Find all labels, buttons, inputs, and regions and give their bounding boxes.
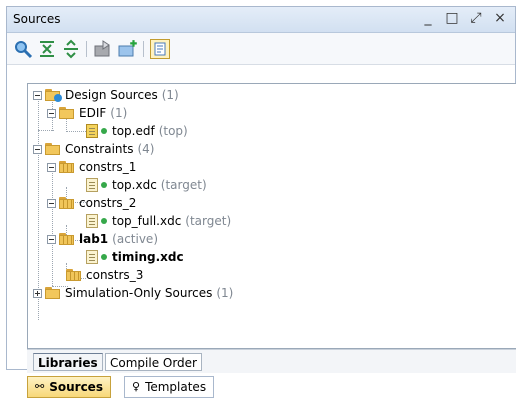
item-tag: (target) [185,214,232,228]
tree-item-top-xdc[interactable]: top.xdc (target) [86,176,207,194]
tree-item-label: constrs_2 [79,196,137,210]
lightbulb-icon: ♀ [132,380,141,393]
close-icon[interactable]: × [493,10,507,26]
expand-all-icon[interactable] [61,39,81,59]
status-dot-icon [101,254,107,260]
toolbar-separator [86,41,87,57]
tree-item-label: constrs_3 [86,268,144,282]
item-tag: (top) [158,124,188,138]
item-count: (1) [110,106,128,120]
tree-item-lab1[interactable]: lab1 (active) [47,230,158,248]
collapse-toggle-icon[interactable] [47,198,56,208]
status-dot-icon [101,128,107,134]
tab-compile-order[interactable]: Compile Order [105,353,202,371]
tab-sources[interactable]: ⚯ Sources [27,376,111,398]
status-dot-icon [101,218,107,224]
sources-toolbar [7,33,515,65]
xdc-file-icon [86,250,98,264]
tree-item-constrs-1[interactable]: constrs_1 [47,158,136,176]
constraint-set-icon [66,269,82,281]
toolbar-separator [143,41,144,57]
status-dot-icon [101,182,107,188]
collapse-toggle-icon[interactable] [47,108,56,118]
tree-item-label: Design Sources [65,88,158,102]
constraint-set-icon [59,161,75,173]
item-count: (4) [137,142,155,156]
float-icon[interactable]: ⤢ [469,10,483,26]
collapse-toggle-icon[interactable] [33,90,42,100]
constraint-set-icon [59,233,75,245]
tree-item-label: top_full.xdc [112,214,182,228]
tree-item-edif[interactable]: EDIF (1) [47,104,127,122]
tree-item-timing-xdc[interactable]: timing.xdc [86,248,184,266]
tab-label: Templates [145,380,207,394]
tree-item-label: EDIF [79,106,107,120]
panel-title: Sources [13,12,61,26]
tree-item-constrs-2[interactable]: constrs_2 [47,194,136,212]
sources-tree: Design Sources (1) EDIF (1) top.edf (top… [27,83,516,349]
constraint-set-icon [59,197,75,209]
xdc-file-icon [86,214,98,228]
hierarchy-toggle-icon[interactable] [150,39,170,59]
folder-icon [45,287,61,299]
search-icon[interactable] [13,39,33,59]
collapse-all-icon[interactable] [37,39,57,59]
tree-item-label: lab1 [79,232,109,246]
item-count: (1) [216,286,234,300]
tree-item-simulation-only-sources[interactable]: Simulation-Only Sources (1) [33,284,233,302]
tab-label: Sources [49,380,103,394]
expand-toggle-icon[interactable] [33,288,42,298]
hierarchy-icon: ⚯ [35,380,45,393]
tree-item-label: Simulation-Only Sources [65,286,213,300]
tree-item-label: constrs_1 [79,160,137,174]
tree-item-label: top.edf [112,124,155,138]
maximize-icon[interactable]: □ [445,10,459,26]
item-tag: (active) [112,232,158,246]
title-bar[interactable]: Sources _ □ ⤢ × [7,7,515,33]
source-view-tabs: Libraries Compile Order [27,349,516,373]
collapse-toggle-icon[interactable] [33,144,42,154]
tree-item-label: timing.xdc [112,250,184,264]
tree-item-label: Constraints [65,142,134,156]
xdc-file-icon [86,178,98,192]
tree-item-constrs-3[interactable]: constrs_3 [66,266,143,284]
tree-item-top-full-xdc[interactable]: top_full.xdc (target) [86,212,231,230]
edif-file-icon [86,124,98,138]
tab-templates[interactable]: ♀ Templates [124,376,215,398]
collapse-toggle-icon[interactable] [47,234,56,244]
bottom-panel-tabs: ⚯ Sources ♀ Templates [20,376,280,398]
folder-icon [59,107,75,119]
window-controls: _ □ ⤢ × [421,10,507,26]
tree-item-constraints[interactable]: Constraints (4) [33,140,154,158]
tree-item-top-edf[interactable]: top.edf (top) [86,122,188,140]
tab-libraries[interactable]: Libraries [33,353,103,371]
sources-panel: Sources _ □ ⤢ × Design Sources (1) EDIF … [6,6,516,373]
import-icon[interactable] [93,39,113,59]
add-sources-icon[interactable] [117,39,137,59]
folder-icon [45,143,61,155]
item-count: (1) [161,88,179,102]
item-tag: (target) [160,178,207,192]
tree-item-design-sources[interactable]: Design Sources (1) [33,86,179,104]
tree-item-label: top.xdc [112,178,157,192]
minimize-icon[interactable]: _ [421,10,435,26]
design-sources-folder-icon [45,89,62,102]
collapse-toggle-icon[interactable] [47,162,56,172]
